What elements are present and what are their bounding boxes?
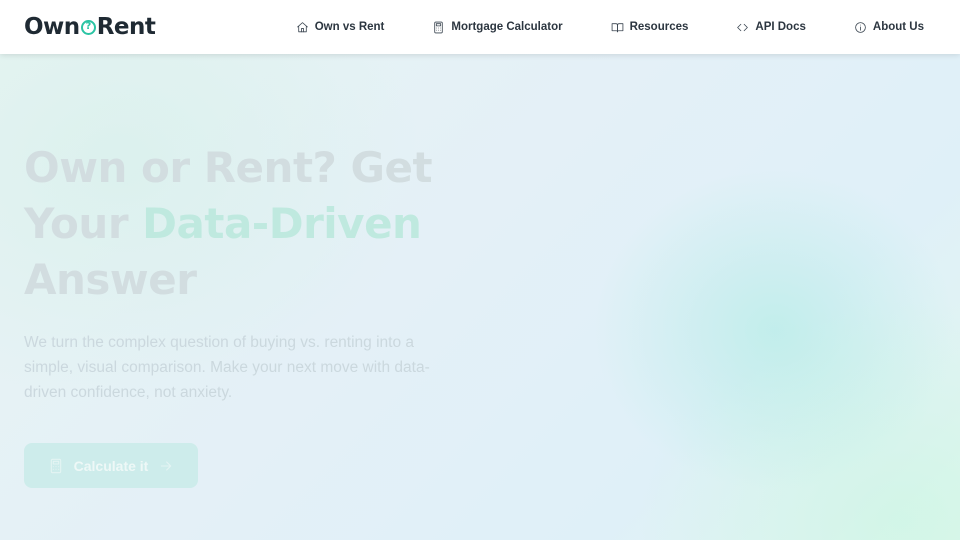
hero-title: Own or Rent? Get Your Data-Driven Answer <box>24 140 484 308</box>
calculator-icon <box>434 21 444 33</box>
hero-title-line2: Your <box>24 199 143 248</box>
hero-subtitle: We turn the complex question of buying v… <box>24 334 430 401</box>
question-mark-icon: ? <box>80 19 96 35</box>
arrow-right-icon <box>161 460 172 471</box>
nav-label: Resources <box>629 21 689 33</box>
hero-section: Own or Rent? Get Your Data-Driven Answer… <box>24 140 484 405</box>
book-icon <box>611 22 623 32</box>
nav-label: Own vs Rent <box>314 21 385 33</box>
info-icon <box>855 21 866 33</box>
hero-title-line3: Answer <box>24 255 197 304</box>
calculate-button-label: Calculate it <box>73 457 149 474</box>
site-logo[interactable]: Own ? Rent <box>24 14 156 40</box>
code-icon <box>737 23 749 31</box>
top-navbar: Own ? Rent Own vs Rent Mortgage Calculat… <box>0 0 960 54</box>
nav-item-resources[interactable]: Resources <box>611 21 689 34</box>
main-nav: Own vs Rent Mortgage Calculator Resource… <box>248 0 924 54</box>
nav-item-api-docs[interactable]: API Docs <box>736 21 806 34</box>
nav-item-about-us[interactable]: About Us <box>854 21 924 34</box>
calculate-button[interactable]: Calculate it <box>24 443 198 488</box>
logo-text-rent: Rent <box>96 14 156 40</box>
nav-item-mortgage-calculator[interactable]: Mortgage Calculator <box>432 21 563 34</box>
nav-label: API Docs <box>755 21 806 33</box>
hero-title-accent: Data-Driven <box>142 199 422 248</box>
hero-title-line1: Own or Rent? Get <box>24 143 433 192</box>
nav-item-own-vs-rent[interactable]: Own vs Rent <box>296 21 385 34</box>
home-icon <box>296 21 308 32</box>
calculator-icon <box>50 458 61 473</box>
nav-label: About Us <box>872 21 924 33</box>
logo-text-own: Own <box>24 14 80 40</box>
nav-label: Mortgage Calculator <box>451 21 563 33</box>
